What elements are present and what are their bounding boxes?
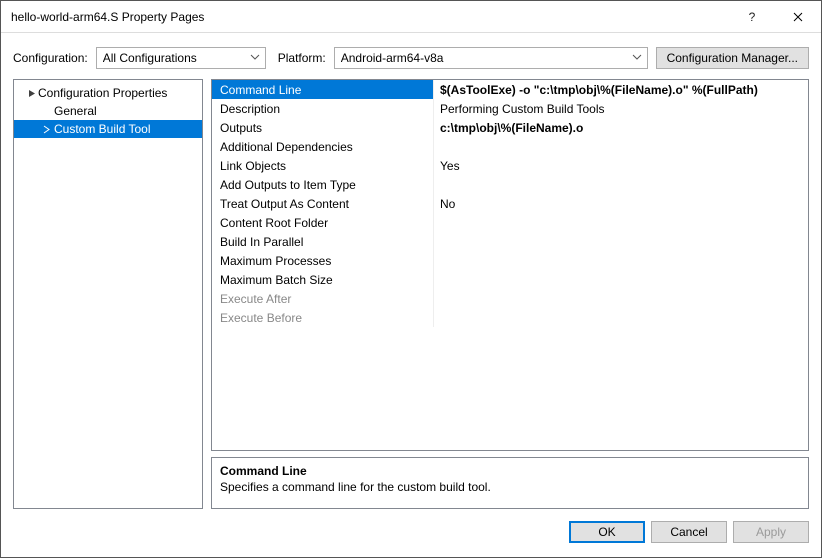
property-value[interactable] [434, 251, 808, 270]
property-pane: Command Line$(AsToolExe) -o "c:\tmp\obj\… [211, 79, 809, 509]
tree-root[interactable]: Configuration Properties [14, 84, 202, 102]
tree-root-label: Configuration Properties [38, 86, 167, 100]
cancel-button[interactable]: Cancel [651, 521, 727, 543]
property-label: Execute Before [212, 308, 434, 327]
configuration-combo[interactable]: All Configurations [96, 47, 266, 69]
help-text: Specifies a command line for the custom … [220, 480, 800, 494]
close-button[interactable] [775, 1, 821, 33]
property-pages-dialog: hello-world-arm64.S Property Pages ? Con… [0, 0, 822, 558]
property-label: Outputs [212, 118, 434, 137]
property-label: Link Objects [212, 156, 434, 175]
property-value[interactable]: No [434, 194, 808, 213]
main-area: Configuration Properties General Custom … [1, 79, 821, 517]
property-label: Treat Output As Content [212, 194, 434, 213]
tree-item-general[interactable]: General [14, 102, 202, 120]
property-value[interactable]: $(AsToolExe) -o "c:\tmp\obj\%(FileName).… [434, 80, 808, 99]
property-label: Add Outputs to Item Type [212, 175, 434, 194]
help-title: Command Line [220, 464, 800, 478]
property-row[interactable]: Execute Before [212, 308, 808, 327]
close-icon [793, 12, 803, 22]
titlebar: hello-world-arm64.S Property Pages ? [1, 1, 821, 33]
tree-item-label: Custom Build Tool [54, 122, 151, 136]
property-row[interactable]: Link ObjectsYes [212, 156, 808, 175]
property-label: Maximum Batch Size [212, 270, 434, 289]
dialog-buttons: OK Cancel Apply [1, 517, 821, 557]
property-value[interactable] [434, 289, 808, 308]
property-value[interactable] [434, 213, 808, 232]
property-row[interactable]: Maximum Batch Size [212, 270, 808, 289]
window-title: hello-world-arm64.S Property Pages [11, 10, 729, 24]
property-row[interactable]: Additional Dependencies [212, 137, 808, 156]
property-row[interactable]: Treat Output As ContentNo [212, 194, 808, 213]
platform-label: Platform: [278, 51, 326, 65]
ok-button[interactable]: OK [569, 521, 645, 543]
property-label: Command Line [212, 80, 434, 99]
property-value[interactable]: Yes [434, 156, 808, 175]
property-label: Content Root Folder [212, 213, 434, 232]
property-row[interactable]: Build In Parallel [212, 232, 808, 251]
property-label: Description [212, 99, 434, 118]
property-grid[interactable]: Command Line$(AsToolExe) -o "c:\tmp\obj\… [211, 79, 809, 451]
tree-pane[interactable]: Configuration Properties General Custom … [13, 79, 203, 509]
property-row[interactable]: Command Line$(AsToolExe) -o "c:\tmp\obj\… [212, 80, 808, 99]
property-value[interactable] [434, 232, 808, 251]
property-label: Execute After [212, 289, 434, 308]
property-value[interactable] [434, 175, 808, 194]
property-row[interactable]: Add Outputs to Item Type [212, 175, 808, 194]
property-row[interactable]: Execute After [212, 289, 808, 308]
property-row[interactable]: DescriptionPerforming Custom Build Tools [212, 99, 808, 118]
property-value[interactable] [434, 270, 808, 289]
apply-button[interactable]: Apply [733, 521, 809, 543]
property-row[interactable]: Maximum Processes [212, 251, 808, 270]
platform-combo[interactable]: Android-arm64-v8a [334, 47, 648, 69]
tree-item-label: General [54, 104, 97, 118]
property-value[interactable]: c:\tmp\obj\%(FileName).o [434, 118, 808, 137]
collapse-icon [26, 89, 38, 98]
help-box: Command Line Specifies a command line fo… [211, 457, 809, 509]
expand-icon [40, 125, 52, 134]
configuration-label: Configuration: [13, 51, 88, 65]
property-row[interactable]: Outputsc:\tmp\obj\%(FileName).o [212, 118, 808, 137]
property-row[interactable]: Content Root Folder [212, 213, 808, 232]
help-icon: ? [749, 10, 756, 24]
property-value[interactable]: Performing Custom Build Tools [434, 99, 808, 118]
property-label: Maximum Processes [212, 251, 434, 270]
property-label: Additional Dependencies [212, 137, 434, 156]
tree-item-custom-build-tool[interactable]: Custom Build Tool [14, 120, 202, 138]
property-value[interactable] [434, 137, 808, 156]
property-label: Build In Parallel [212, 232, 434, 251]
help-button[interactable]: ? [729, 1, 775, 33]
configuration-manager-button[interactable]: Configuration Manager... [656, 47, 809, 69]
configuration-bar: Configuration: All Configurations Platfo… [1, 33, 821, 79]
property-value[interactable] [434, 308, 808, 327]
